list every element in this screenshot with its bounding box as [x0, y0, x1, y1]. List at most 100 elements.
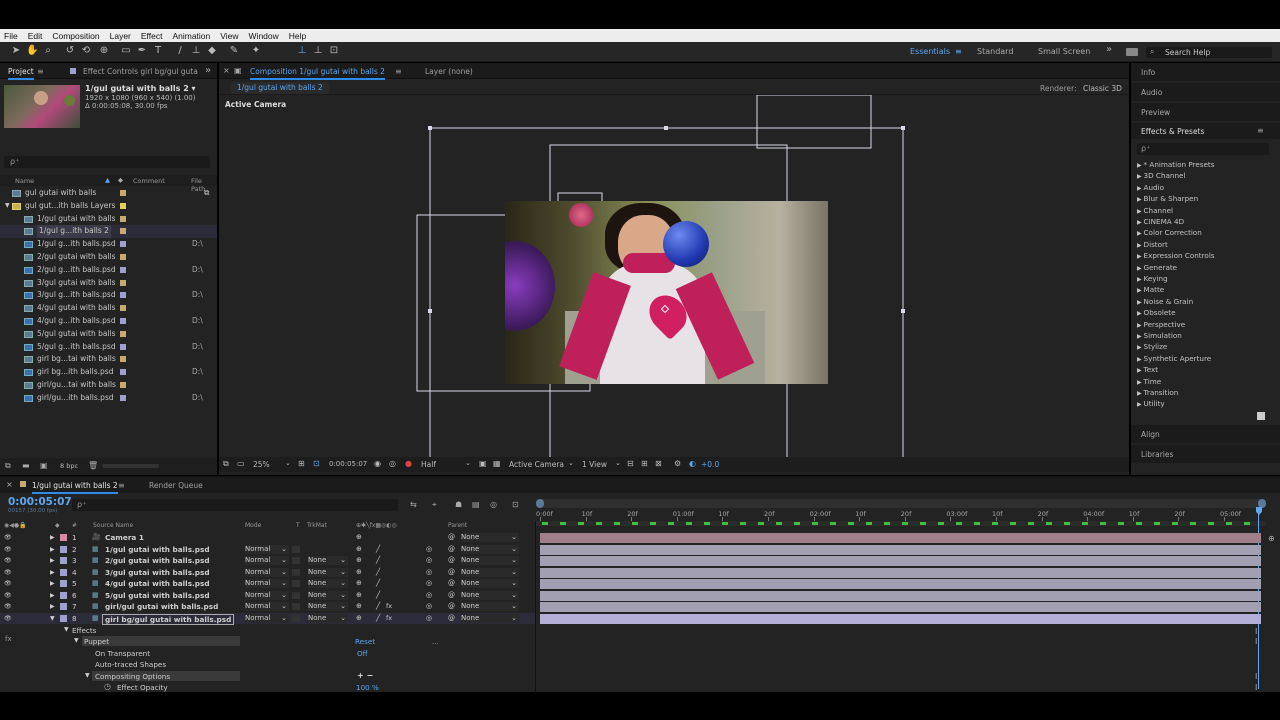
effects-category[interactable]: ▶ Obsolete [1137, 308, 1176, 317]
workspace-standard[interactable]: Standard [977, 47, 1013, 56]
col-comment[interactable]: Comment [133, 177, 165, 185]
preserve-transparency-checkbox[interactable] [292, 557, 300, 564]
exposure-value[interactable]: +0.0 [701, 460, 719, 469]
quality-switch-icon[interactable]: ╱ [376, 590, 380, 602]
pick-whip-icon[interactable]: @ [448, 590, 455, 602]
blend-mode-dropdown[interactable]: Normal ⌄ [245, 556, 289, 565]
shy-switch-icon[interactable]: ⊕ [356, 567, 362, 579]
shy-switch-icon[interactable]: ⊕ [356, 555, 362, 567]
parent-dropdown[interactable]: None ⌄ [461, 567, 519, 577]
label-swatch[interactable] [120, 202, 126, 209]
project-search-input[interactable]: ρ⁺ [4, 156, 210, 168]
camera-orbit-icon[interactable]: ⟲ [80, 45, 92, 57]
effects-category[interactable]: ▶ Generate [1137, 263, 1177, 272]
parent-dropdown[interactable]: None ⌄ [461, 579, 519, 588]
eye-icon[interactable]: 👁 [4, 544, 12, 556]
layer-duration-bar[interactable] [540, 567, 1261, 578]
hand-tool-icon[interactable]: ✋ [26, 45, 38, 57]
shy-switch-icon[interactable]: ⊕ [356, 532, 362, 544]
col-parent[interactable]: Parent [448, 522, 467, 529]
preview-panel-title[interactable]: Preview [1141, 108, 1170, 117]
shy-switch-icon[interactable]: ⊕ [356, 613, 362, 625]
label-swatch[interactable] [120, 254, 126, 260]
on-transparent-value[interactable]: Off [357, 649, 368, 658]
panel-menu-icon[interactable]: ≡ [395, 67, 402, 76]
blend-mode-dropdown[interactable]: Normal ⌄ [245, 544, 289, 554]
frame-blending-icon[interactable]: ▤ [472, 500, 480, 509]
axis-view-icon[interactable]: ⊡ [328, 45, 340, 57]
zoom-tool-icon[interactable]: ⌕ [42, 45, 54, 57]
renderer-value[interactable]: Classic 3D [1083, 84, 1122, 93]
bit-depth-button[interactable]: 8 bpc [60, 462, 78, 470]
label-swatch[interactable] [120, 241, 126, 248]
project-item[interactable]: gul gutai with balls ⧉ [0, 187, 217, 200]
layer-duration-bar[interactable] [540, 613, 1261, 624]
compositing-options-label[interactable]: Compositing Options [95, 672, 170, 681]
pan-behind-icon[interactable]: ⊕ [98, 45, 110, 57]
effects-category[interactable]: ▶ Transition [1137, 388, 1178, 397]
effects-category[interactable]: ▶ Distort [1137, 240, 1168, 249]
parent-dropdown[interactable]: None ⌄ [461, 602, 519, 611]
disclosure-triangle[interactable]: ▶ [50, 544, 55, 556]
info-panel-title[interactable]: Info [1141, 68, 1155, 77]
effects-category[interactable]: ▶ Color Correction [1137, 228, 1202, 237]
blend-mode-dropdown[interactable]: Normal ⌄ [245, 590, 289, 600]
effects-category[interactable]: ▶ Blur & Sharpen [1137, 194, 1198, 203]
region-of-interest-icon[interactable]: ▣ [479, 459, 487, 468]
trkmat-dropdown[interactable]: None ⌄ [308, 590, 348, 600]
blend-mode-dropdown[interactable]: Normal ⌄ [245, 602, 289, 611]
preserve-transparency-checkbox[interactable] [292, 580, 300, 587]
transparency-grid-icon[interactable]: ▦ [493, 459, 501, 468]
menu-item-help[interactable]: Help [289, 31, 306, 41]
shy-switch-icon[interactable]: ⊕ [356, 590, 362, 602]
add-remove-mask-buttons[interactable]: + − [357, 671, 373, 680]
zoom-dropdown[interactable]: 25% [253, 460, 270, 469]
disclosure-triangle[interactable]: ▼ [64, 626, 69, 633]
layer-row[interactable]: 👁 ▼ 8 ▦ girl bg/gul gutai with balls.psd Norm… [0, 612, 535, 625]
fast-previews-icon[interactable]: ⊞ [641, 459, 648, 468]
pen-tool-icon[interactable]: ✒ [136, 45, 148, 57]
layer-duration-bar[interactable] [540, 544, 1261, 555]
3d-layer-switch-icon[interactable]: ◎ [426, 590, 432, 602]
label-swatch[interactable] [120, 394, 126, 401]
view-layout-dropdown[interactable]: 1 View [582, 460, 607, 469]
disclosure-triangle[interactable]: ▶ [50, 578, 55, 590]
effects-category[interactable]: ▶ Synthetic Aperture [1137, 354, 1211, 363]
work-area-start-handle[interactable] [536, 499, 544, 508]
quality-switch-icon[interactable]: ╱ [376, 567, 380, 579]
align-panel-title[interactable]: Align [1141, 430, 1160, 439]
eye-icon[interactable]: 👁 [4, 613, 12, 625]
parent-dropdown[interactable]: None ⌄ [461, 590, 519, 600]
project-item[interactable]: 1/gul gutai with balls [0, 213, 217, 226]
menu-item-file[interactable]: File [4, 31, 18, 41]
label-swatch[interactable] [60, 614, 67, 622]
project-item[interactable]: 5/gul g...ith balls.psd D:\ [0, 341, 217, 354]
col-trkmat[interactable]: TrkMat [307, 522, 327, 529]
blend-mode-dropdown[interactable]: Normal ⌄ [245, 567, 289, 577]
tab-project[interactable]: Project [8, 67, 34, 80]
trash-icon[interactable]: 🗑 [88, 461, 98, 470]
layer-duration-bar[interactable] [540, 533, 1261, 543]
menu-item-effect[interactable]: Effect [141, 31, 163, 41]
tab-effect-controls[interactable]: Effect Controls girl bg/gul guta [83, 67, 198, 76]
eye-icon[interactable]: 👁 [4, 532, 12, 544]
fx-switch-icon[interactable]: fx [386, 613, 392, 625]
effects-group-label[interactable]: Effects [72, 626, 96, 635]
3d-layer-switch-icon[interactable]: ◎ [426, 567, 432, 579]
project-item[interactable]: 2/gul gutai with balls [0, 251, 217, 264]
layer-name[interactable]: 2/gul gutai with balls.psd [105, 555, 210, 567]
label-swatch[interactable] [60, 580, 67, 587]
workspace-essentials[interactable]: Essentials [910, 47, 950, 56]
col-mode[interactable]: Mode [245, 522, 261, 529]
monitor-icon[interactable]: ▭ [237, 459, 245, 468]
shy-switch-icon[interactable]: ⊕ [356, 578, 362, 590]
tab-layer[interactable]: Layer (none) [425, 67, 473, 76]
project-item[interactable]: girl bg...ith balls.psd D:\ [0, 366, 217, 379]
effects-search-input[interactable]: ρ⁺ [1137, 143, 1269, 155]
layer-name[interactable]: 4/gul gutai with balls.psd [105, 578, 210, 590]
label-swatch[interactable] [60, 534, 67, 541]
label-swatch[interactable] [120, 382, 126, 388]
label-swatch[interactable] [120, 215, 126, 222]
rectangle-tool-icon[interactable]: ▭ [120, 45, 132, 57]
shy-switch-icon[interactable]: ⊕ [356, 601, 362, 613]
